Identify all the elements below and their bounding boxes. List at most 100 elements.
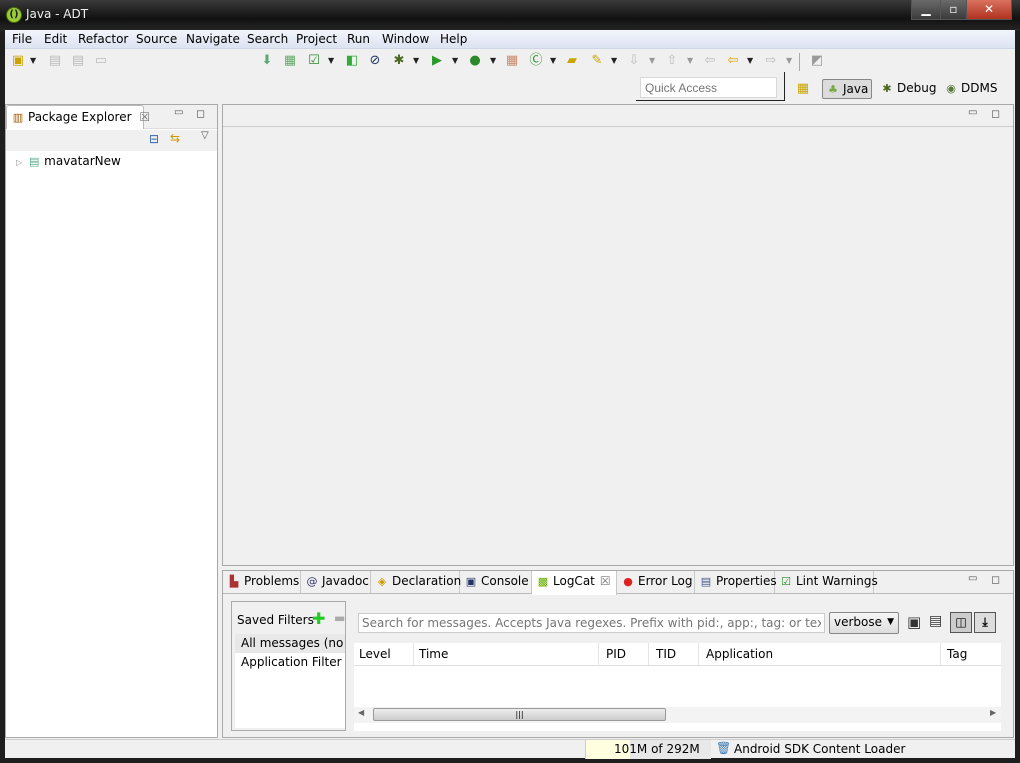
trash-icon[interactable]: 🗑 xyxy=(716,741,731,755)
tree-item-project[interactable]: ▷ ▤ mavatarNew xyxy=(16,154,121,168)
menu-window[interactable]: Window xyxy=(382,32,429,46)
forward-dropdown-icon[interactable]: ▼ xyxy=(786,52,792,70)
maximize-editor-icon[interactable]: ◻ xyxy=(991,107,1000,120)
new-wizard-icon[interactable]: ▣ xyxy=(9,52,27,70)
minimize-editor-icon[interactable]: ▭ xyxy=(968,107,977,118)
perspective-ddms[interactable]: ◉ DDMS xyxy=(941,79,1000,99)
horizontal-scrollbar[interactable]: ◀ ||| ▶ xyxy=(354,707,1001,723)
tab-problems[interactable]: ▙ Problems xyxy=(223,571,301,593)
previous-annotation-dropdown-icon[interactable]: ▼ xyxy=(687,52,693,70)
external-tools-icon[interactable]: ● xyxy=(466,52,484,70)
new-class-icon[interactable]: Ⓒ xyxy=(527,52,545,70)
search-icon[interactable]: ✎ xyxy=(588,52,606,70)
tab-error-log[interactable]: ● Error Log xyxy=(617,571,695,593)
new-android-project-icon[interactable]: ◧ xyxy=(343,52,361,70)
menu-source[interactable]: Source xyxy=(136,32,177,46)
column-time[interactable]: Time xyxy=(419,643,599,665)
menu-refactor[interactable]: Refactor xyxy=(78,32,128,46)
perspective-debug[interactable]: ✱ Debug xyxy=(877,79,939,99)
menu-run[interactable]: Run xyxy=(347,32,370,46)
close-icon[interactable]: ☒ xyxy=(139,110,150,124)
menu-search[interactable]: Search xyxy=(247,32,288,46)
new-dropdown-icon[interactable]: ▼ xyxy=(30,52,36,70)
open-type-icon[interactable]: ▰ xyxy=(563,52,581,70)
android-avd-manager-icon[interactable]: ▦ xyxy=(281,52,299,70)
tab-lint-warnings[interactable]: ☑ Lint Warnings xyxy=(775,571,878,593)
maximize-button[interactable]: ▫ xyxy=(940,0,967,20)
next-annotation-icon[interactable]: ⇩ xyxy=(625,52,643,70)
forward-icon[interactable]: ⇨ xyxy=(762,52,780,70)
java-perspective-icon: ♣ xyxy=(828,83,838,96)
lint-dropdown-icon[interactable]: ▼ xyxy=(328,52,334,70)
lint-warnings-icon: ☑ xyxy=(781,575,791,588)
filter-item[interactable]: Application Filter xyxy=(235,653,345,672)
logcat-search-input[interactable] xyxy=(358,613,825,633)
filter-item[interactable]: All messages (no fi xyxy=(235,634,345,653)
add-filter-icon[interactable]: ✚ xyxy=(312,609,325,628)
close-button[interactable]: ✕ xyxy=(966,0,1012,20)
pin-editor-icon[interactable]: ◩ xyxy=(808,52,826,70)
scroll-right-icon[interactable]: ▶ xyxy=(990,708,996,717)
minimize-view-icon[interactable]: ▭ xyxy=(968,573,977,584)
maximize-view-icon[interactable]: ◻ xyxy=(991,573,1000,586)
minimize-view-icon[interactable]: ▭ xyxy=(174,107,183,118)
android-sdk-manager-icon[interactable]: ⬇ xyxy=(258,52,276,70)
run-dropdown-icon[interactable]: ▼ xyxy=(452,52,458,70)
perspective-java[interactable]: ♣ Java xyxy=(822,79,873,99)
tab-logcat[interactable]: ▩ LogCat ☒ xyxy=(532,571,617,595)
column-application[interactable]: Application xyxy=(706,643,941,665)
menu-file[interactable]: File xyxy=(12,32,32,46)
next-annotation-dropdown-icon[interactable]: ▼ xyxy=(649,52,655,70)
column-tid[interactable]: TID xyxy=(656,643,699,665)
column-level[interactable]: Level xyxy=(359,643,414,665)
tab-package-explorer[interactable]: ▥ Package Explorer ☒ xyxy=(6,105,150,129)
column-pid[interactable]: PID xyxy=(606,643,649,665)
column-tag[interactable]: Tag xyxy=(947,643,967,665)
tab-declaration[interactable]: ◈ Declaration xyxy=(371,571,461,593)
tab-javadoc[interactable]: @ Javadoc xyxy=(301,571,371,593)
link-with-editor-icon[interactable]: ⇆ xyxy=(170,131,180,145)
expand-icon[interactable]: ▷ xyxy=(16,158,22,167)
run-icon[interactable]: ▶ xyxy=(428,52,446,70)
save-log-icon[interactable]: ▣ xyxy=(907,613,921,631)
menu-navigate[interactable]: Navigate xyxy=(186,32,240,46)
log-level-select[interactable]: verbose ▼ xyxy=(829,612,899,634)
debug-dropdown-icon[interactable]: ▼ xyxy=(413,52,419,70)
save-icon[interactable]: ▤ xyxy=(46,52,64,70)
save-all-icon[interactable]: ▤ xyxy=(69,52,87,70)
new-package-icon[interactable]: ▦ xyxy=(503,52,521,70)
minimize-button[interactable]: ▁ xyxy=(911,0,941,20)
editor-header xyxy=(223,105,1013,127)
tab-console[interactable]: ▣ Console xyxy=(460,571,532,593)
new-class-dropdown-icon[interactable]: ▼ xyxy=(550,52,556,70)
problems-icon: ▙ xyxy=(229,575,239,588)
toggle-filters-icon[interactable]: ◫ xyxy=(950,612,972,633)
clear-log-icon[interactable]: ▤ xyxy=(929,613,942,629)
remove-filter-icon[interactable]: ▬ xyxy=(334,611,345,625)
collapse-all-icon[interactable]: ⊟ xyxy=(149,132,159,146)
heap-status[interactable]: 101M of 292M xyxy=(585,740,711,759)
menu-project[interactable]: Project xyxy=(296,32,337,46)
ndk-icon[interactable]: ⊘ xyxy=(366,52,384,70)
tab-label: Properties xyxy=(716,574,777,588)
view-menu-icon[interactable]: ▽ xyxy=(201,130,209,141)
previous-annotation-icon[interactable]: ⇧ xyxy=(663,52,681,70)
back-icon[interactable]: ⇦ xyxy=(724,52,742,70)
back-dropdown-icon[interactable]: ▼ xyxy=(747,52,753,70)
scroll-lock-icon[interactable]: ⤓ xyxy=(974,612,996,633)
lint-check-icon[interactable]: ☑ xyxy=(305,52,323,70)
maximize-view-icon[interactable]: ◻ xyxy=(196,107,205,120)
print-icon[interactable]: ▭ xyxy=(92,52,110,70)
debug-icon[interactable]: ✱ xyxy=(390,52,408,70)
last-edit-icon[interactable]: ⇦ xyxy=(701,52,719,70)
menu-help[interactable]: Help xyxy=(440,32,467,46)
tab-properties[interactable]: ▤ Properties xyxy=(695,571,777,593)
external-tools-dropdown-icon[interactable]: ▼ xyxy=(490,52,496,70)
menu-edit[interactable]: Edit xyxy=(44,32,67,46)
close-icon[interactable]: ☒ xyxy=(600,574,611,588)
quick-access-input[interactable] xyxy=(640,77,777,98)
scroll-left-icon[interactable]: ◀ xyxy=(358,708,364,717)
scrollbar-thumb[interactable]: ||| xyxy=(373,708,666,721)
search-dropdown-icon[interactable]: ▼ xyxy=(611,52,617,70)
open-perspective-icon[interactable]: ▦ xyxy=(794,80,812,98)
